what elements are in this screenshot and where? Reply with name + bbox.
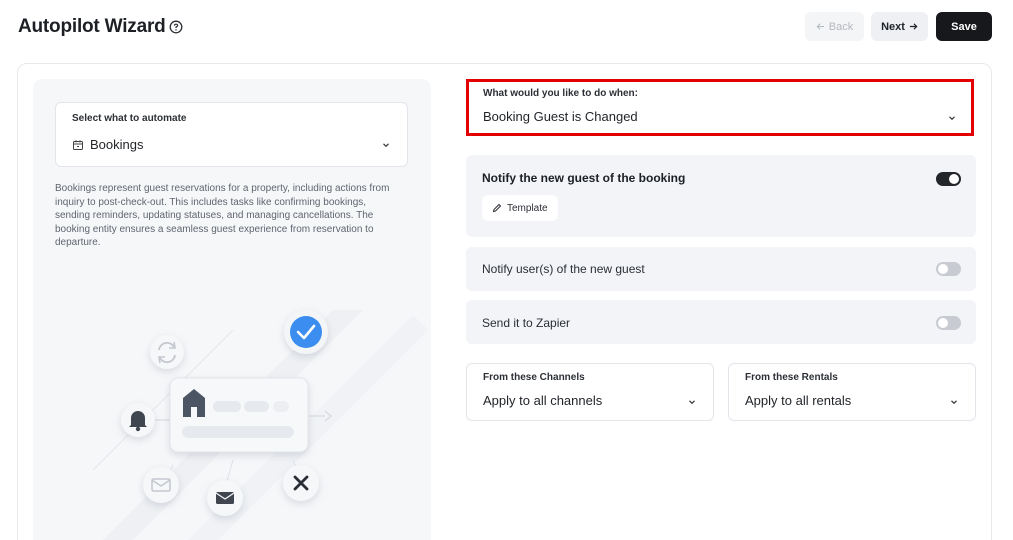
automate-select-value: Bookings [90, 137, 144, 152]
template-button-label: Template [507, 202, 548, 214]
save-button[interactable]: Save [936, 12, 992, 41]
calendar-icon [73, 139, 83, 150]
chevron-down-icon [383, 143, 389, 148]
action-label: Send it to Zapier [482, 316, 571, 330]
chevron-down-icon [949, 116, 955, 121]
zapier-toggle[interactable] [936, 316, 961, 330]
automate-select[interactable]: Select what to automate Bookings [55, 102, 408, 167]
automate-select-label: Select what to automate [72, 113, 187, 124]
automation-illustration [92, 310, 428, 540]
action-label: Notify the new guest of the booking [482, 171, 686, 185]
next-button[interactable]: Next [871, 12, 928, 41]
rentals-select-label: From these Rentals [745, 372, 838, 383]
template-button[interactable]: Template [482, 195, 558, 221]
trigger-select-value: Booking Guest is Changed [483, 109, 638, 124]
help-circle-icon[interactable] [169, 20, 183, 34]
action-notify-new-guest: Notify the new guest of the booking Temp… [466, 155, 976, 237]
trigger-select-label: What would you like to do when: [483, 88, 638, 99]
back-button[interactable]: Back [805, 12, 864, 41]
entity-description: Bookings represent guest reservations fo… [55, 183, 390, 248]
action-send-zapier: Send it to Zapier [466, 300, 976, 344]
chevron-down-icon [951, 400, 957, 405]
rentals-select[interactable]: From these Rentals Apply to all rentals [728, 363, 976, 421]
chevron-down-icon [689, 400, 695, 405]
rentals-select-value: Apply to all rentals [745, 393, 852, 408]
channels-select[interactable]: From these Channels Apply to all channel… [466, 363, 714, 421]
action-notify-users: Notify user(s) of the new guest [466, 247, 976, 291]
arrow-right-icon [909, 23, 918, 30]
notify-new-guest-toggle[interactable] [936, 172, 961, 186]
arrow-left-icon [816, 23, 824, 30]
channels-select-value: Apply to all channels [483, 393, 603, 408]
pencil-icon [492, 203, 502, 213]
back-button-label: Back [828, 20, 854, 33]
channels-select-label: From these Channels [483, 372, 585, 383]
page-title: Autopilot Wizard [18, 16, 166, 37]
trigger-select[interactable]: What would you like to do when: Booking … [466, 79, 974, 136]
next-button-label: Next [881, 20, 905, 33]
notify-users-toggle[interactable] [936, 262, 961, 276]
action-label: Notify user(s) of the new guest [482, 262, 645, 276]
